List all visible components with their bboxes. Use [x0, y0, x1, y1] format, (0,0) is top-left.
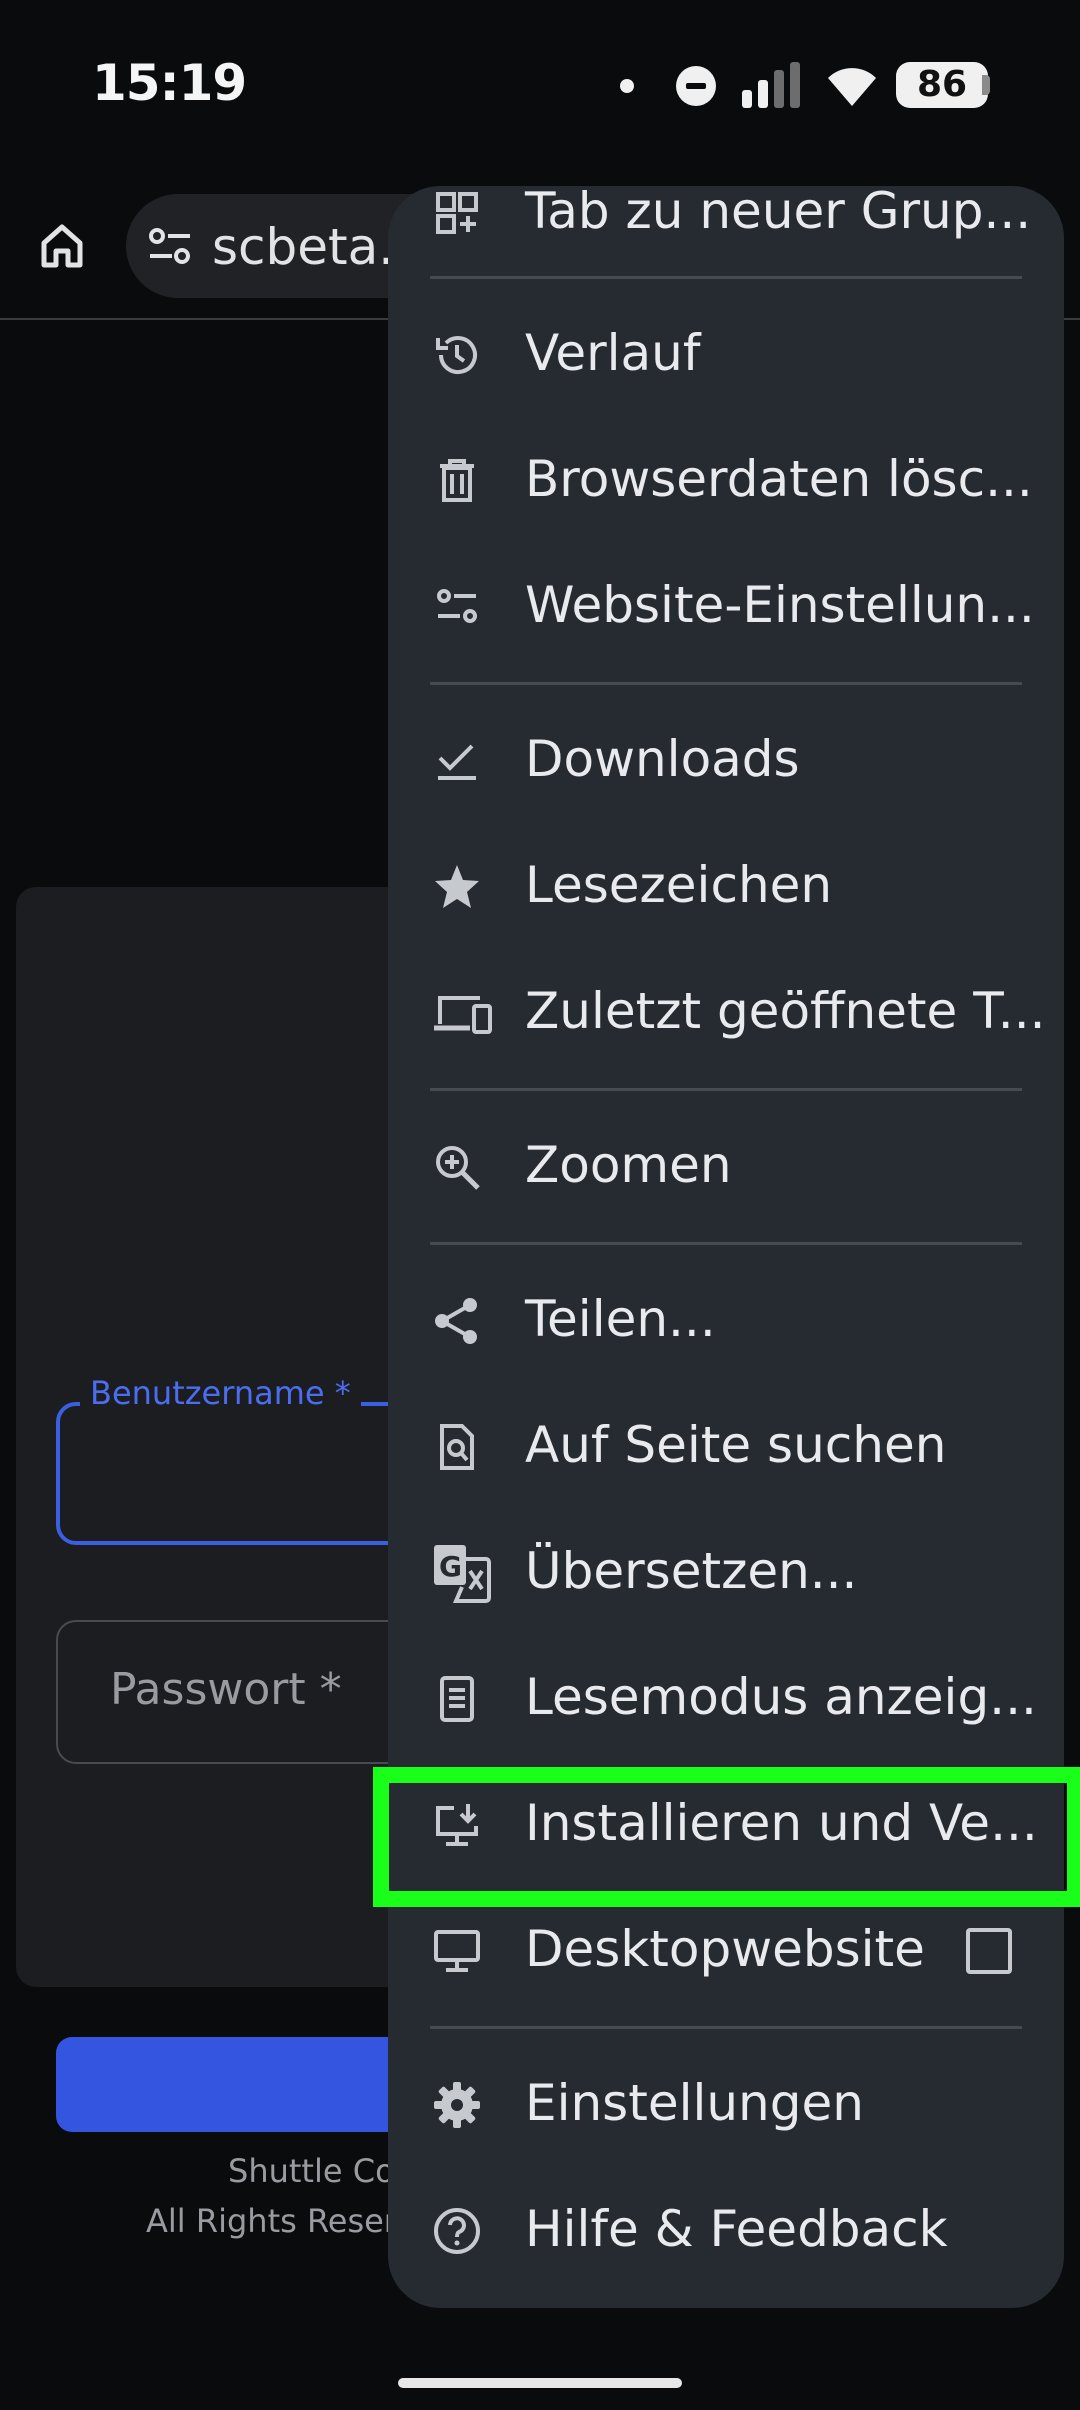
tab-group-icon — [432, 188, 482, 238]
username-label: Benutzername * — [80, 1374, 361, 1412]
notification-dot-icon — [620, 79, 634, 93]
menu-item-find-in-page[interactable]: Auf Seite suchen — [388, 1384, 1064, 1510]
home-icon[interactable] — [32, 215, 92, 275]
devices-icon — [432, 988, 494, 1038]
menu-item-clear-data[interactable]: Browserdaten lösc... — [388, 418, 1064, 544]
menu-label: Zoomen — [525, 1136, 732, 1194]
reader-mode-icon — [432, 1674, 482, 1724]
menu-item-bookmarks[interactable]: Lesezeichen — [388, 824, 1064, 950]
menu-label: Verlauf — [525, 324, 701, 382]
menu-divider — [430, 1088, 1022, 1091]
status-bar: 15:19 86 — [0, 0, 1080, 170]
status-time: 15:19 — [92, 54, 247, 112]
help-icon — [432, 2206, 482, 2256]
menu-label: Lesemodus anzeig... — [525, 1668, 1037, 1726]
install-icon — [432, 1800, 482, 1850]
menu-label: Auf Seite suchen — [525, 1416, 947, 1474]
menu-label: Desktopwebsite — [525, 1920, 925, 1978]
wifi-icon — [822, 60, 882, 110]
menu-label: Browserdaten lösc... — [525, 450, 1033, 508]
do-not-disturb-icon — [676, 66, 716, 106]
gesture-bar[interactable] — [398, 2378, 682, 2388]
history-icon — [432, 330, 482, 380]
url-text[interactable]: scbeta. — [212, 218, 394, 276]
download-check-icon — [432, 736, 482, 786]
menu-item-desktop-site[interactable]: Desktopwebsite — [388, 1888, 1064, 2014]
gear-icon — [432, 2080, 482, 2130]
menu-label: Teilen... — [525, 1290, 716, 1348]
footer-company: Shuttle Cor — [228, 2152, 408, 2190]
menu-divider — [430, 682, 1022, 685]
menu-label: Übersetzen... — [525, 1542, 858, 1600]
menu-item-site-settings[interactable]: Website-Einstellun... — [388, 544, 1064, 670]
menu-item-install-app[interactable]: Installieren und Ve... — [388, 1762, 1064, 1888]
site-settings-icon — [432, 582, 482, 632]
signal-icon — [742, 62, 804, 108]
menu-label: Lesezeichen — [525, 856, 833, 914]
menu-label: Zuletzt geöffnete T... — [525, 982, 1046, 1040]
menu-item-reader-mode[interactable]: Lesemodus anzeig... — [388, 1636, 1064, 1762]
battery-icon: 86 — [896, 62, 988, 108]
menu-item-settings[interactable]: Einstellungen — [388, 2042, 1064, 2168]
menu-item-share[interactable]: Teilen... — [388, 1258, 1064, 1384]
trash-icon — [432, 456, 482, 506]
menu-label: Hilfe & Feedback — [525, 2200, 948, 2258]
find-in-page-icon — [432, 1422, 482, 1472]
star-icon — [432, 862, 482, 912]
desktop-icon — [432, 1926, 482, 1976]
menu-divider — [430, 2026, 1022, 2029]
translate-icon: G — [432, 1543, 492, 1603]
menu-item-downloads[interactable]: Downloads — [388, 698, 1064, 824]
password-placeholder: Passwort * — [110, 1664, 342, 1715]
menu-item-tab-group[interactable]: Tab zu neuer Grup... — [388, 186, 1064, 276]
tune-icon[interactable] — [148, 226, 192, 266]
menu-label: Tab zu neuer Grup... — [525, 186, 1032, 240]
share-icon — [432, 1296, 482, 1346]
svg-text:G: G — [439, 1550, 462, 1583]
menu-label: Einstellungen — [525, 2074, 864, 2132]
menu-divider — [430, 1242, 1022, 1245]
menu-label: Website-Einstellun... — [525, 576, 1035, 634]
menu-item-help-feedback[interactable]: Hilfe & Feedback — [388, 2168, 1064, 2294]
menu-label: Installieren und Ve... — [525, 1794, 1038, 1852]
zoom-icon — [432, 1142, 482, 1192]
desktop-site-checkbox[interactable] — [966, 1928, 1012, 1974]
menu-item-recent-tabs[interactable]: Zuletzt geöffnete T... — [388, 950, 1064, 1076]
menu-item-translate[interactable]: G Übersetzen... — [388, 1510, 1064, 1636]
footer-rights: All Rights Reserv — [146, 2202, 416, 2240]
battery-tip — [982, 75, 990, 95]
menu-divider — [430, 276, 1022, 279]
menu-item-zoom[interactable]: Zoomen — [388, 1104, 1064, 1230]
overflow-menu: Tab zu neuer Grup... Verlauf Browserdate… — [388, 186, 1064, 2308]
menu-label: Downloads — [525, 730, 800, 788]
menu-item-history[interactable]: Verlauf — [388, 292, 1064, 418]
